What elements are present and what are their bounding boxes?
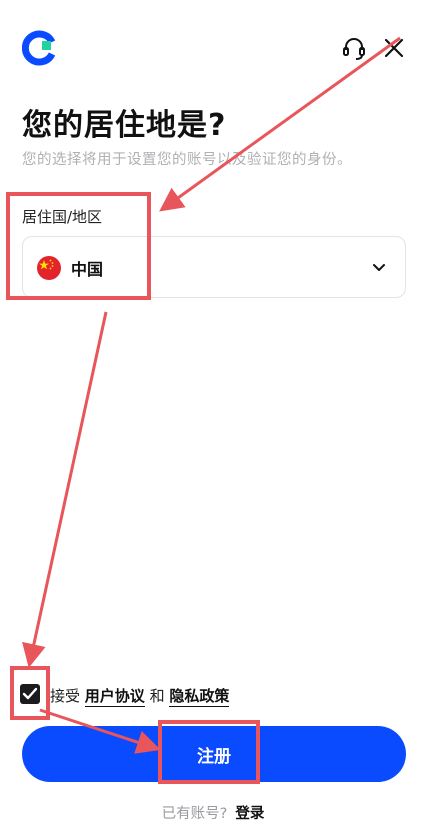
headset-icon[interactable] bbox=[340, 34, 368, 62]
china-flag-icon bbox=[37, 256, 61, 280]
checkmark-icon bbox=[22, 687, 38, 700]
page-title: 您的居住地是? bbox=[22, 108, 227, 143]
residence-label: 居住国/地区 bbox=[22, 208, 103, 226]
login-prompt: 已有账号? bbox=[161, 806, 228, 822]
login-row: 已有账号? 登录 bbox=[0, 802, 426, 822]
page-subtitle: 您的选择将用于设置您的账号以及验证您的身份。 bbox=[22, 152, 352, 168]
chevron-down-icon bbox=[373, 264, 385, 271]
terms-text: 接受 用户协议 和 隐私政策 bbox=[50, 685, 230, 707]
terms-prefix: 接受 bbox=[50, 687, 81, 705]
residence-select[interactable]: 中国 bbox=[22, 236, 406, 298]
top-bar bbox=[0, 0, 426, 96]
terms-checkbox[interactable] bbox=[20, 684, 40, 704]
register-button[interactable]: 注册 bbox=[22, 726, 406, 782]
login-link[interactable]: 登录 bbox=[235, 806, 265, 822]
brand-logo-icon bbox=[22, 30, 56, 66]
terms-conjunction: 和 bbox=[149, 687, 165, 705]
arrow-to-checkbox bbox=[22, 311, 108, 668]
user-agreement-link[interactable]: 用户协议 bbox=[84, 687, 145, 707]
terms-row: 接受 用户协议 和 隐私政策 bbox=[20, 682, 400, 708]
close-icon[interactable] bbox=[380, 34, 408, 62]
residence-value: 中国 bbox=[71, 260, 104, 279]
privacy-policy-link[interactable]: 隐私政策 bbox=[169, 687, 230, 707]
